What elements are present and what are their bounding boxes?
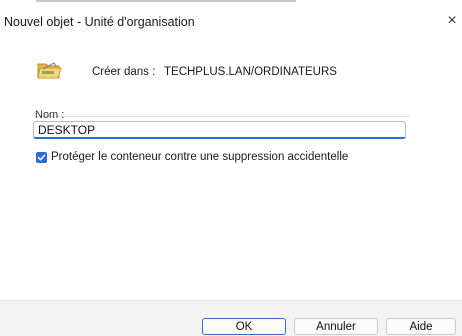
create-in-path: TECHPLUS.LAN/ORDINATEURS bbox=[164, 66, 337, 78]
folder-icon bbox=[37, 62, 62, 79]
cancel-button[interactable]: Annuler bbox=[294, 318, 378, 335]
create-in-label: Créer dans : bbox=[92, 66, 156, 78]
ok-button[interactable]: OK bbox=[202, 318, 286, 335]
name-input[interactable] bbox=[33, 121, 406, 139]
header-separator bbox=[34, 116, 410, 117]
create-location-header: Créer dans : TECHPLUS.LAN/ORDINATEURS bbox=[0, 36, 462, 106]
help-button[interactable]: Aide bbox=[386, 318, 456, 335]
close-icon[interactable]: × bbox=[444, 12, 460, 30]
protect-checkbox-label[interactable]: Protéger le conteneur contre une suppres… bbox=[51, 151, 348, 163]
background-window-fragment bbox=[36, 0, 296, 2]
window-title: Nouvel objet - Unité d'organisation bbox=[4, 15, 195, 29]
name-label: Nom : bbox=[35, 109, 65, 121]
checkmark-icon bbox=[37, 154, 46, 161]
protect-checkbox[interactable] bbox=[36, 152, 47, 163]
title-bar[interactable]: Nouvel objet - Unité d'organisation × bbox=[0, 6, 462, 36]
